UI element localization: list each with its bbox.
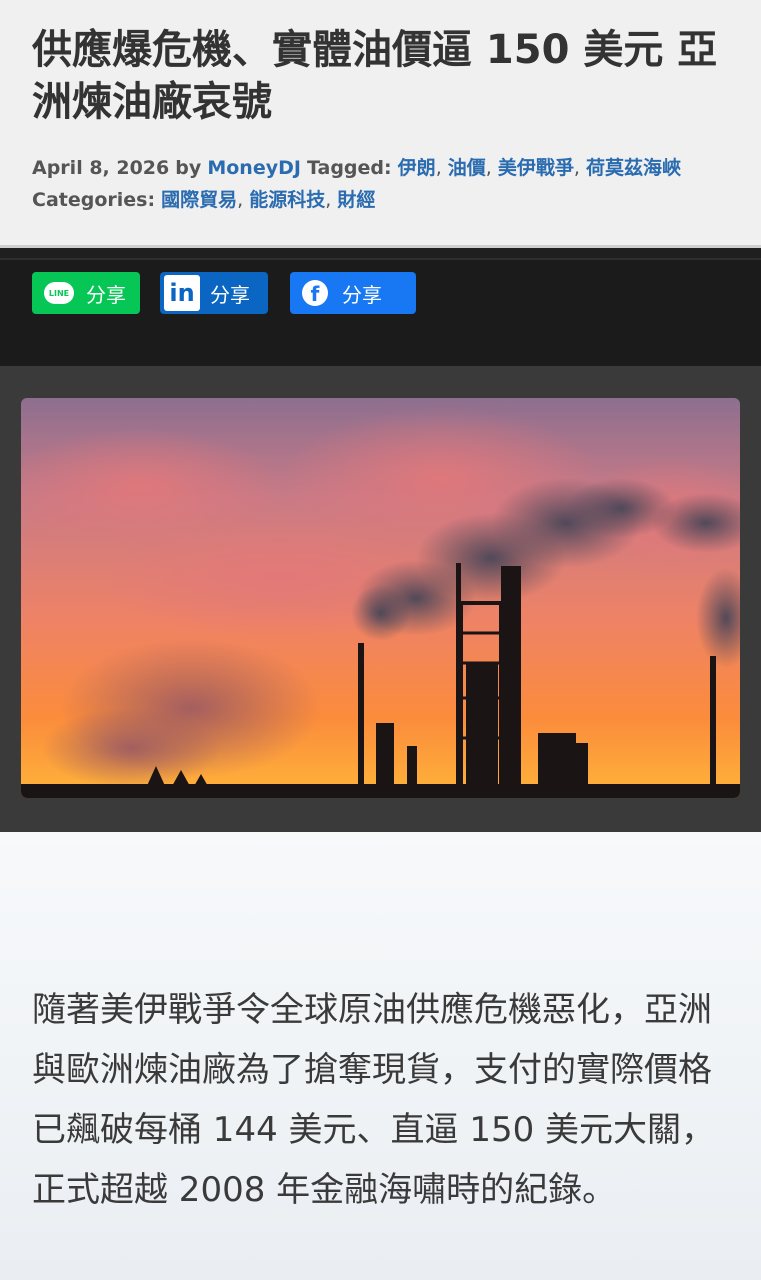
facebook-share-label: 分享 <box>342 284 382 307</box>
tagged-label: Tagged: <box>307 157 392 179</box>
meta-line-1: April 8, 2026 by MoneyDJ Tagged: 伊朗, 油價,… <box>32 157 682 179</box>
article-title: 供應爆危機、實體油價逼 150 美元 亞洲煉油廠哀號 <box>32 27 718 125</box>
categories-label: Categories: <box>32 189 156 211</box>
line-share-button[interactable]: LINE 分享 <box>32 272 140 314</box>
article-header: 供應爆危機、實體油價逼 150 美元 亞洲煉油廠哀號 April 8, 2026… <box>0 0 761 248</box>
post-date: April 8, 2026 <box>32 157 170 179</box>
line-icon: LINE <box>44 282 74 304</box>
tag-link[interactable]: 美伊戰爭 <box>498 157 574 179</box>
article-paragraph: 隨著美伊戰爭令全球原油供應危機惡化，亞洲與歐洲煉油廠為了搶奪現貨，支付的實際價格… <box>32 990 716 1210</box>
tag-link[interactable]: 荷莫茲海峽 <box>586 157 681 179</box>
tag-link[interactable]: 伊朗 <box>398 157 436 179</box>
refinery-sunset-illustration <box>21 398 740 798</box>
linkedin-icon: in <box>164 275 200 311</box>
facebook-icon: f <box>302 280 328 306</box>
meta-line-2: Categories: 國際貿易, 能源科技, 財經 <box>32 189 376 211</box>
tag-link[interactable]: 油價 <box>448 157 486 179</box>
author-link[interactable]: MoneyDJ <box>207 157 301 179</box>
linkedin-share-label: 分享 <box>210 284 250 307</box>
linkedin-share-button[interactable]: in 分享 <box>160 272 268 314</box>
facebook-share-button[interactable]: f 分享 <box>290 272 416 314</box>
by-label: by <box>175 157 202 179</box>
category-link[interactable]: 國際貿易 <box>161 189 237 211</box>
article-body: 隨著美伊戰爭令全球原油供應危機惡化，亞洲與歐洲煉油廠為了搶奪現貨，支付的實際價格… <box>0 832 761 1280</box>
featured-image-container <box>0 366 761 832</box>
share-bar: LINE 分享 in 分享 f 分享 <box>0 258 761 368</box>
line-share-label: 分享 <box>86 284 126 307</box>
category-link[interactable]: 財經 <box>337 189 375 211</box>
category-link[interactable]: 能源科技 <box>249 189 325 211</box>
article-meta: April 8, 2026 by MoneyDJ Tagged: 伊朗, 油價,… <box>32 152 732 216</box>
featured-image[interactable] <box>21 398 740 798</box>
